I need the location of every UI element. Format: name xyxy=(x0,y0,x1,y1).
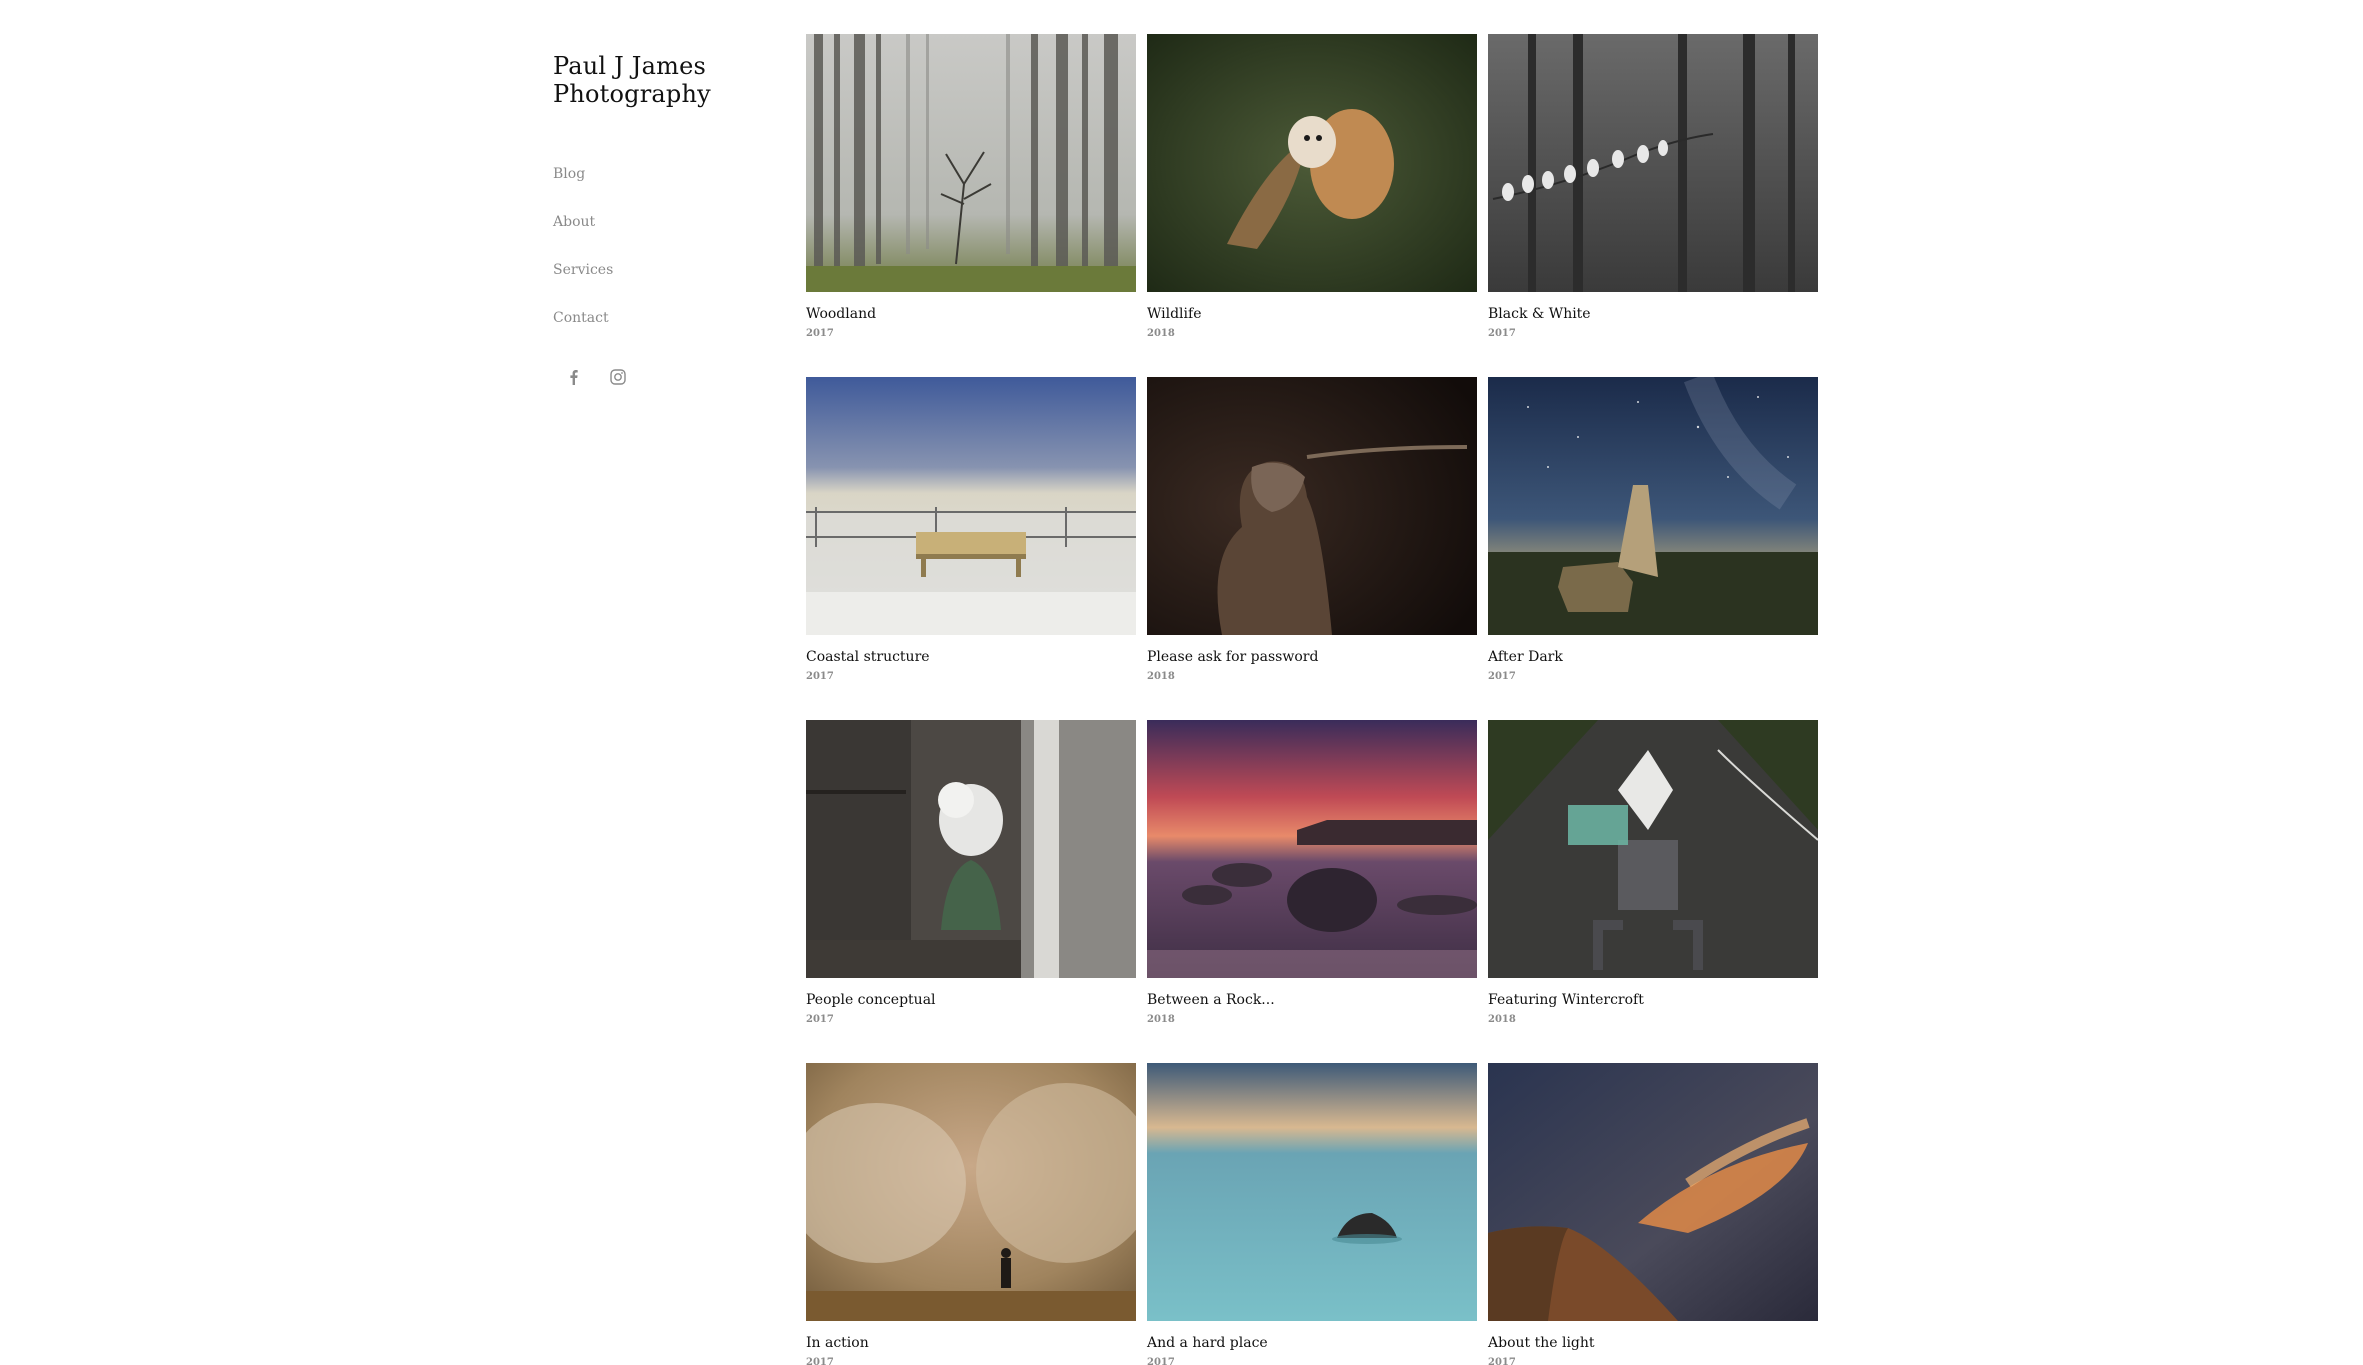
gallery-item-password-protected[interactable]: Please ask for password 2018 xyxy=(1147,377,1477,720)
gallery-item-featuring-wintercroft[interactable]: Featuring Wintercroft 2018 xyxy=(1488,720,1818,1063)
gallery-item-year: 2017 xyxy=(1488,328,1516,339)
gallery-item-woodland[interactable]: Woodland 2017 xyxy=(806,34,1136,377)
gallery-item-year: 2017 xyxy=(1488,1357,1516,1365)
gallery-item-title: Featuring Wintercroft xyxy=(1488,992,1644,1008)
woodland-thumbnail[interactable] xyxy=(806,34,1136,292)
gallery-item-after-dark[interactable]: After Dark 2017 xyxy=(1488,377,1818,720)
gallery-grid: Woodland 2017 Wildlife 2018 Black & Whit… xyxy=(806,34,1821,1365)
instagram-icon[interactable] xyxy=(605,364,631,390)
gallery-item-year: 2018 xyxy=(1147,1014,1175,1025)
gallery-item-title: People conceptual xyxy=(806,992,936,1008)
and-a-hard-place-thumbnail[interactable] xyxy=(1147,1063,1477,1321)
facebook-icon[interactable] xyxy=(561,364,587,390)
people-conceptual-thumbnail[interactable] xyxy=(806,720,1136,978)
gallery-item-year: 2017 xyxy=(806,328,834,339)
gallery-item-title: And a hard place xyxy=(1147,1335,1268,1351)
social-links xyxy=(553,364,753,390)
gallery-item-year: 2018 xyxy=(1147,328,1175,339)
gallery-item-in-action[interactable]: In action 2017 xyxy=(806,1063,1136,1365)
main-nav: Blog About Services Contact xyxy=(553,166,753,358)
gallery-item-title: Woodland xyxy=(806,306,877,322)
gallery-item-about-the-light[interactable]: About the light 2017 xyxy=(1488,1063,1818,1365)
gallery-item-title: Between a Rock... xyxy=(1147,992,1275,1008)
between-a-rock-thumbnail[interactable] xyxy=(1147,720,1477,978)
wildlife-thumbnail[interactable] xyxy=(1147,34,1477,292)
gallery-item-year: 2017 xyxy=(806,1357,834,1365)
in-action-thumbnail[interactable] xyxy=(806,1063,1136,1321)
gallery-item-title: Black & White xyxy=(1488,306,1591,322)
black-white-thumbnail[interactable] xyxy=(1488,34,1818,292)
gallery-item-black-white[interactable]: Black & White 2017 xyxy=(1488,34,1818,377)
about-the-light-thumbnail[interactable] xyxy=(1488,1063,1818,1321)
gallery-item-title: Coastal structure xyxy=(806,649,930,665)
gallery-item-people-conceptual[interactable]: People conceptual 2017 xyxy=(806,720,1136,1063)
gallery-item-coastal-structure[interactable]: Coastal structure 2017 xyxy=(806,377,1136,720)
nav-link-contact[interactable]: Contact xyxy=(553,310,753,358)
gallery-item-between-a-rock[interactable]: Between a Rock... 2018 xyxy=(1147,720,1477,1063)
featuring-wintercroft-thumbnail[interactable] xyxy=(1488,720,1818,978)
password-protected-thumbnail[interactable] xyxy=(1147,377,1477,635)
gallery-item-year: 2017 xyxy=(1488,671,1516,682)
site-title-line2: Photography xyxy=(553,80,711,108)
after-dark-thumbnail[interactable] xyxy=(1488,377,1818,635)
sidebar: Paul J James Photography Blog About Serv… xyxy=(553,52,753,390)
site-title[interactable]: Paul J James Photography xyxy=(553,52,753,108)
gallery-item-title: In action xyxy=(806,1335,869,1351)
nav-link-about[interactable]: About xyxy=(553,214,753,262)
nav-link-blog[interactable]: Blog xyxy=(553,166,753,214)
gallery-item-title: Wildlife xyxy=(1147,306,1202,322)
gallery-item-wildlife[interactable]: Wildlife 2018 xyxy=(1147,34,1477,377)
page: Paul J James Photography Blog About Serv… xyxy=(0,0,2363,1365)
gallery-item-year: 2018 xyxy=(1147,671,1175,682)
gallery-item-year: 2018 xyxy=(1488,1014,1516,1025)
gallery-item-year: 2017 xyxy=(806,671,834,682)
gallery-item-title: Please ask for password xyxy=(1147,649,1319,665)
coastal-structure-thumbnail[interactable] xyxy=(806,377,1136,635)
nav-link-services[interactable]: Services xyxy=(553,262,753,310)
gallery-item-and-a-hard-place[interactable]: And a hard place 2017 xyxy=(1147,1063,1477,1365)
gallery-item-year: 2017 xyxy=(1147,1357,1175,1365)
gallery-item-title: About the light xyxy=(1488,1335,1595,1351)
gallery-item-title: After Dark xyxy=(1488,649,1563,665)
gallery-item-year: 2017 xyxy=(806,1014,834,1025)
site-title-line1: Paul J James xyxy=(553,52,706,80)
